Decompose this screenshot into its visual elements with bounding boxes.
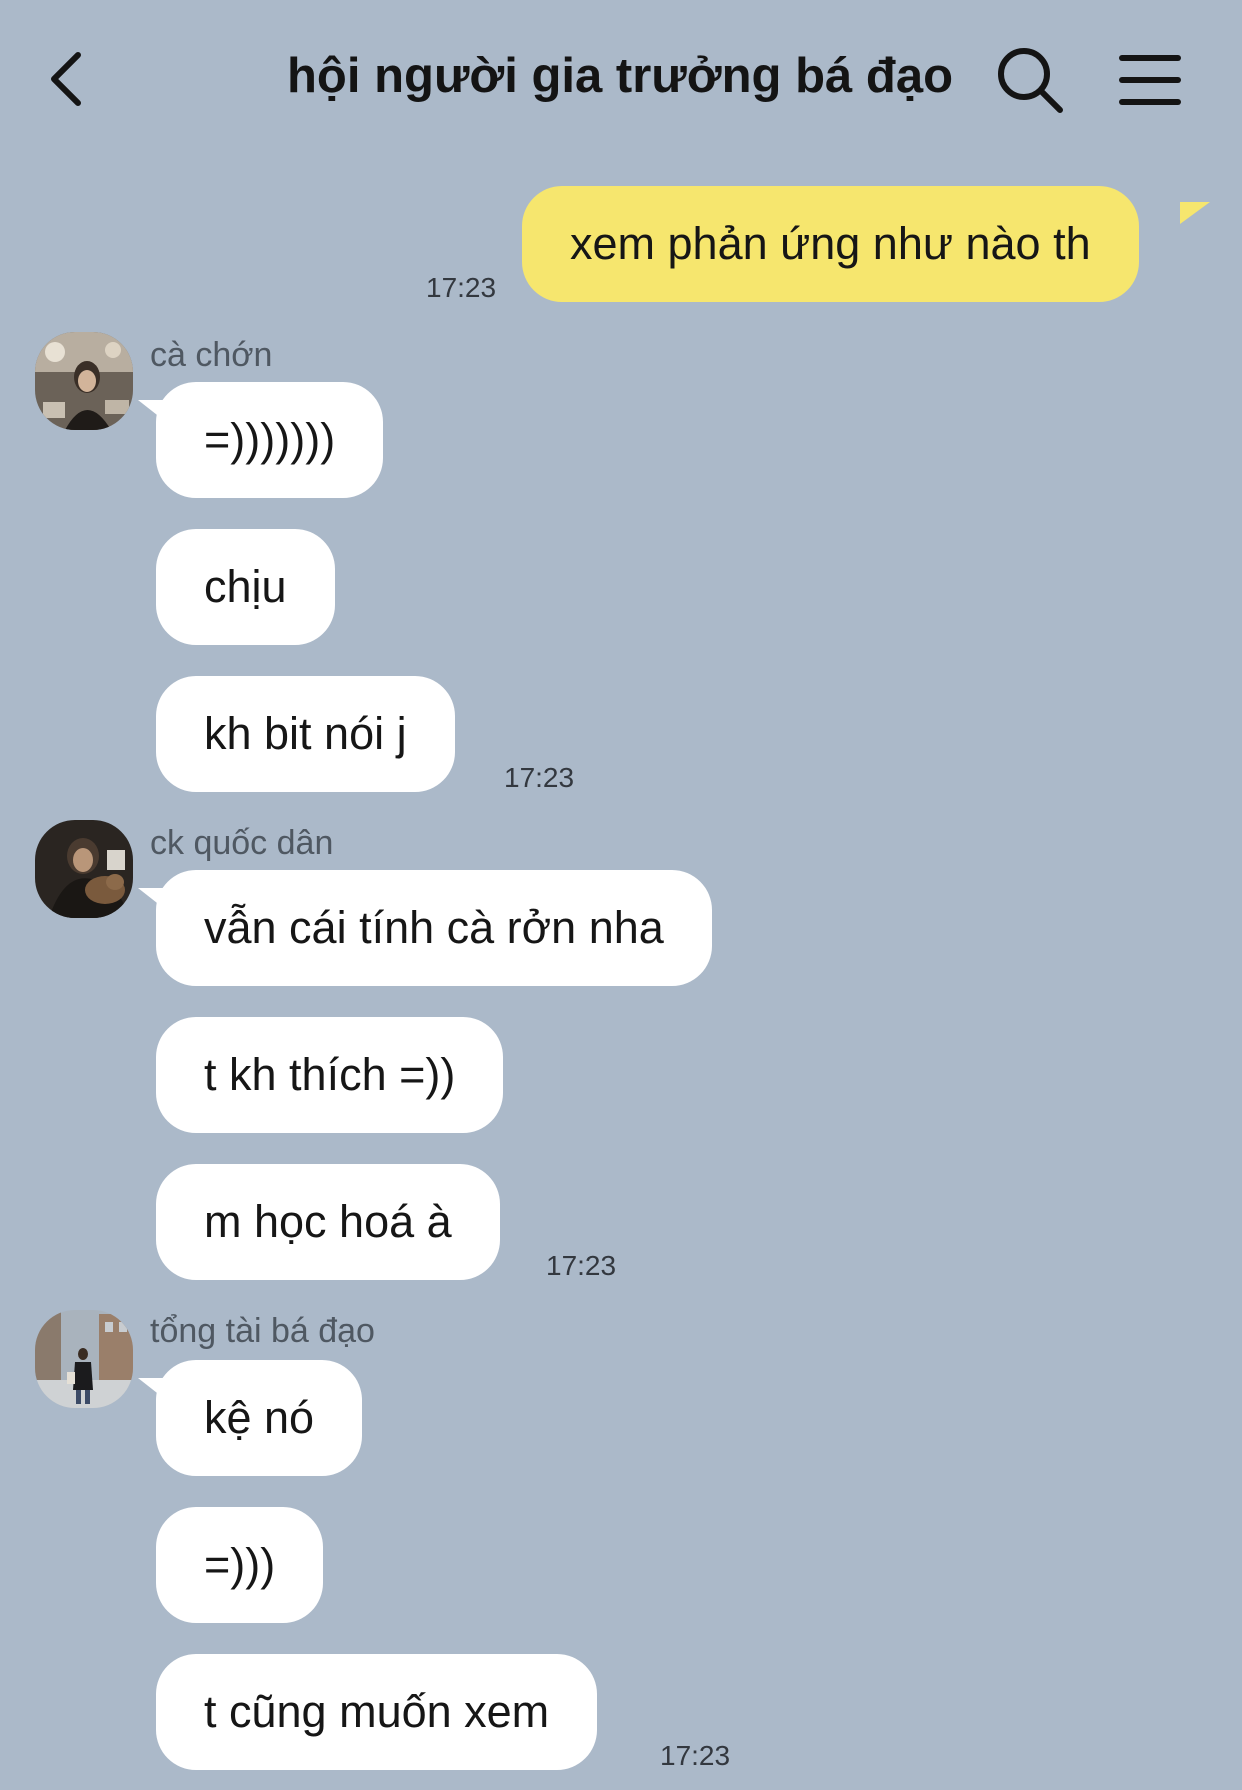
chat-header: hội người gia trưởng bá đạo — [0, 0, 1242, 160]
message-time: 17:23 — [660, 1740, 731, 1771]
search-icon — [998, 48, 1063, 113]
message-bubble[interactable]: chịu — [156, 529, 335, 645]
message-time: 17:23 — [426, 272, 497, 303]
message-bubble[interactable]: t cũng muốn xem — [156, 1654, 598, 1770]
search-button[interactable] — [990, 40, 1070, 120]
chevron-left-icon — [51, 52, 81, 106]
chat-title: hội người gia trưởng bá đạo — [287, 49, 953, 103]
message-bubble[interactable]: =))))))) — [156, 382, 384, 498]
back-button[interactable] — [38, 44, 94, 114]
message-bubble[interactable]: =))) — [156, 1507, 324, 1623]
menu-button[interactable] — [1115, 44, 1185, 116]
avatar[interactable] — [35, 332, 133, 430]
message-time: 17:23 — [546, 1250, 617, 1281]
message-bubble[interactable]: kệ nó — [156, 1360, 363, 1476]
my-message-bubble[interactable]: xem phản ứng như nào th — [522, 186, 1139, 302]
hamburger-menu-icon — [1119, 55, 1181, 105]
avatar[interactable] — [35, 820, 133, 918]
message-bubble[interactable]: t kh thích =)) — [156, 1017, 504, 1133]
message-bubble[interactable]: kh bit nói j — [156, 676, 455, 792]
message-time: 17:23 — [504, 762, 575, 793]
message-bubble[interactable]: vẫn cái tính cà rởn nha — [156, 870, 712, 986]
message-bubble[interactable]: m học hoá à — [156, 1164, 500, 1280]
sender-name: tổng tài bá đạo — [150, 1312, 375, 1350]
avatar[interactable] — [35, 1310, 133, 1408]
sender-name: ck quốc dân — [150, 824, 334, 862]
sender-name: cà chớn — [150, 336, 273, 374]
bubble-tail — [1180, 202, 1210, 224]
